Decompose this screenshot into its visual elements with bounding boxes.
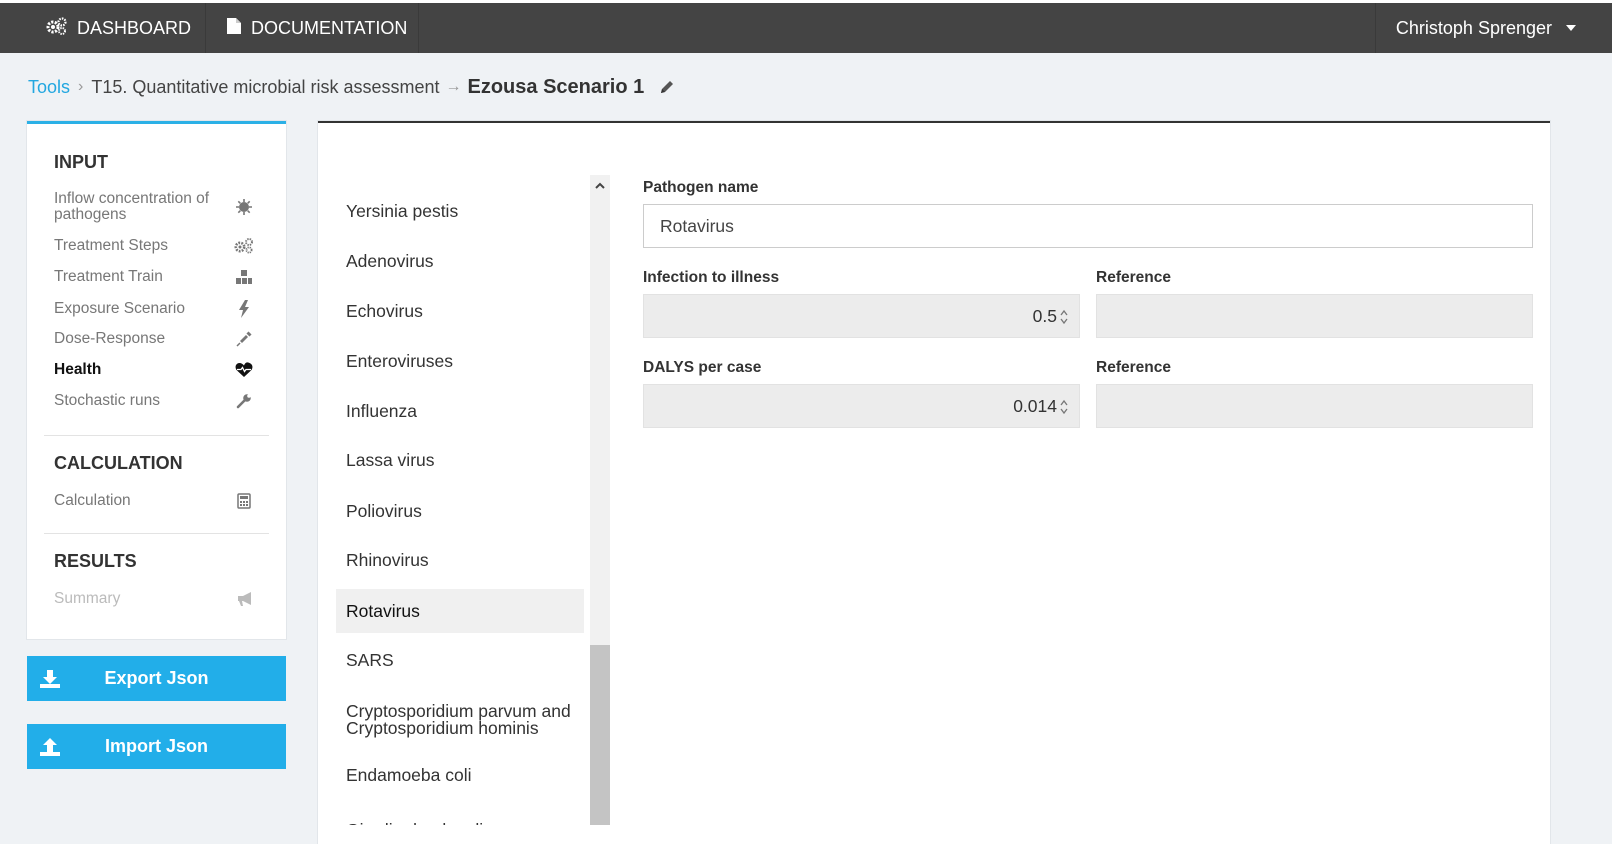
sidebar-item-label: Dose-Response	[54, 330, 166, 347]
sidebar-item-label: Treatment Train	[54, 268, 163, 285]
sidebar-item-calculation[interactable]: Calculation	[54, 493, 254, 509]
list-item[interactable]: Endamoeba coli	[336, 755, 584, 795]
wrench-icon	[234, 393, 254, 409]
chevron-right-icon: ›	[78, 78, 84, 95]
nav-divider	[205, 3, 206, 53]
reference-label: Reference	[1096, 359, 1171, 376]
cubes-icon	[234, 269, 254, 285]
nav-documentation-label: DOCUMENTATION	[251, 17, 408, 38]
pathogen-list: Yersinia pestis Adenovirus Echovirus Ent…	[336, 175, 608, 825]
nav-documentation[interactable]: DOCUMENTATION	[226, 3, 407, 53]
list-item[interactable]: Cryptosporidium parvum and Cryptosporidi…	[336, 695, 584, 745]
input-section-title: INPUT	[54, 152, 108, 172]
list-item[interactable]: Adenovirus	[336, 241, 584, 281]
breadcrumb-tool-name: T15. Quantitative microbial risk assessm…	[91, 76, 440, 97]
nav-dashboard-label: DASHBOARD	[77, 17, 192, 38]
list-item-selected[interactable]: Rotavirus	[336, 589, 584, 633]
chevron-up-icon[interactable]	[590, 175, 610, 195]
infection-reference-input[interactable]	[1096, 294, 1533, 338]
list-item[interactable]: Enteroviruses	[336, 341, 584, 381]
dalys-per-case-value: 0.014	[1013, 395, 1057, 416]
main-panel: Yersinia pestis Adenovirus Echovirus Ent…	[318, 121, 1550, 844]
breadcrumb: Tools › T15. Quantitative microbial risk…	[28, 72, 676, 102]
sidebar-item-dose-response[interactable]: Dose-Response	[54, 331, 254, 347]
list-item[interactable]: Influenza	[336, 391, 584, 431]
dalys-per-case-input[interactable]: 0.014	[643, 384, 1080, 428]
import-json-button[interactable]: Import Json	[27, 724, 286, 769]
document-icon	[226, 17, 251, 40]
scenario-title: Ezousa Scenario 1	[467, 75, 645, 98]
list-item[interactable]: Rhinovirus	[336, 540, 584, 580]
list-scrollbar[interactable]	[590, 175, 610, 825]
sidebar-item-label: Stochastic runs	[54, 392, 160, 409]
export-json-label: Export Json	[104, 668, 209, 688]
breadcrumb-tools-link[interactable]: Tools	[28, 77, 70, 98]
sidebar-item-summary[interactable]: Summary	[54, 591, 254, 607]
nav-divider	[418, 3, 419, 53]
sidebar-item-treatment-train[interactable]: Treatment Train	[54, 269, 254, 285]
dalys-per-case-label: DALYS per case	[643, 359, 762, 376]
sidebar-item-label: Treatment Steps	[54, 237, 169, 254]
nav-dashboard[interactable]: DASHBOARD	[46, 3, 191, 53]
infection-to-illness-label: Infection to illness	[643, 269, 780, 286]
bolt-icon	[234, 300, 254, 318]
cogs-icon	[234, 238, 254, 254]
reference-label: Reference	[1096, 269, 1171, 286]
top-navbar: DASHBOARD DOCUMENTATION Christoph Spreng…	[0, 3, 1612, 53]
calculation-section-title: CALCULATION	[54, 453, 183, 473]
sidebar-item-health[interactable]: Health	[54, 362, 254, 378]
sidebar-item-exposure-scenario[interactable]: Exposure Scenario	[54, 300, 254, 318]
syringe-icon	[234, 331, 254, 347]
spinner-icon[interactable]	[1059, 398, 1069, 416]
pencil-icon[interactable]	[658, 78, 676, 96]
cogs-icon	[46, 16, 77, 40]
results-section-title: RESULTS	[54, 551, 137, 571]
list-item[interactable]: Poliovirus	[336, 491, 584, 531]
pathogen-name-input[interactable]: Rotavirus	[643, 204, 1533, 248]
sidebar-item-label: Inflow concentration of pathogens	[54, 190, 210, 223]
sidebar-item-label: Health	[54, 361, 102, 378]
sidebar-item-treatment-steps[interactable]: Treatment Steps	[54, 238, 254, 254]
calculator-icon	[234, 493, 254, 509]
download-icon	[27, 669, 72, 688]
spinner-icon[interactable]	[1059, 308, 1069, 326]
infection-to-illness-value: 0.5	[1032, 305, 1057, 326]
sidebar-panel: INPUT Inflow concentration of pathogens …	[27, 121, 286, 639]
list-item[interactable]: SARS	[336, 640, 584, 680]
sidebar-item-label: Exposure Scenario	[54, 300, 185, 317]
user-name: Christoph Sprenger	[1395, 17, 1552, 38]
upload-icon	[27, 737, 72, 756]
import-json-label: Import Json	[104, 736, 208, 756]
list-item[interactable]: Echovirus	[336, 291, 584, 331]
user-menu[interactable]: Christoph Sprenger	[1374, 3, 1612, 53]
sidebar-item-stochastic-runs[interactable]: Stochastic runs	[54, 393, 254, 409]
sidebar-item-inflow[interactable]: Inflow concentration of pathogens	[54, 190, 254, 224]
list-item[interactable]: Yersinia pestis	[336, 191, 584, 231]
bullhorn-icon	[234, 591, 254, 607]
infection-to-illness-input[interactable]: 0.5	[643, 294, 1080, 338]
virus-icon	[234, 199, 254, 215]
sidebar-item-label: Summary	[54, 590, 121, 607]
sidebar-item-label: Calculation	[54, 492, 131, 509]
list-item[interactable]: Giardia duodenalis	[336, 810, 584, 825]
section-divider	[44, 435, 269, 436]
export-json-button[interactable]: Export Json	[27, 656, 286, 701]
pathogen-name-label: Pathogen name	[643, 179, 759, 196]
heartbeat-icon	[234, 362, 254, 378]
arrow-right-icon: →	[445, 78, 462, 95]
dalys-reference-input[interactable]	[1096, 384, 1533, 428]
list-item[interactable]: Lassa virus	[336, 440, 584, 480]
chevron-down-icon	[1566, 25, 1576, 31]
section-divider	[44, 533, 269, 534]
scrollbar-thumb[interactable]	[590, 645, 610, 825]
